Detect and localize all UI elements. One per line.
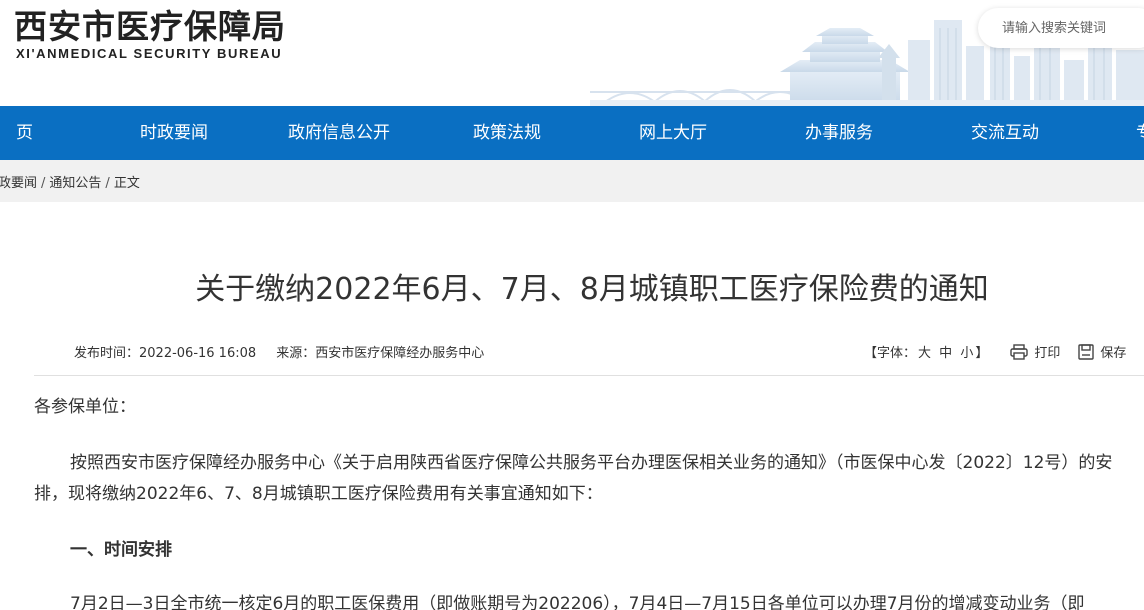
main-nav: 页 时政要闻 政府信息公开 政策法规 网上大厅 办事服务 交流互动 专 (0, 106, 1144, 160)
breadcrumb-separator: / (105, 176, 110, 191)
save-icon (1078, 343, 1095, 360)
article-meta: 发布时间：2022-06-16 16:08 来源：西安市医疗保障经办服务中心 (74, 342, 500, 361)
font-size-label: 【字体： (864, 346, 917, 361)
article-paragraph: 7月2日—3日全市统一核定6月的职工医保费用（即做账期号为202206），7月4… (70, 594, 1085, 610)
article-source: 来源：西安市医疗保障经办服务中心 (276, 346, 485, 361)
breadcrumb-separator: / (41, 176, 46, 191)
breadcrumb-news[interactable]: 政要闻 (0, 176, 37, 191)
font-medium-button[interactable]: 中 (939, 346, 952, 361)
meta-divider (34, 375, 1144, 376)
nav-item-special[interactable]: 专 (1136, 106, 1144, 160)
section-heading: 一、时间安排 (70, 540, 172, 560)
search-box (978, 8, 1144, 48)
font-size-close: 】 (975, 346, 989, 361)
breadcrumb-bar: 政要闻 / 通知公告 / 正文 (0, 160, 1144, 202)
nav-item-gov-info[interactable]: 政府信息公开 (288, 106, 390, 160)
article-title: 关于缴纳2022年6月、7月、8月城镇职工医疗保险费的通知 (195, 272, 989, 307)
font-size-control: 【字体：大 中 小】 (864, 342, 988, 361)
nav-item-services[interactable]: 办事服务 (805, 106, 873, 160)
article-paragraph: 按照西安市医疗保障经办服务中心《关于启用陕西省医疗保障公共服务平台办理医保相关业… (34, 453, 1113, 504)
site-logo-title[interactable]: 西安市医疗保障局 (14, 0, 286, 48)
nav-item-online-hall[interactable]: 网上大厅 (639, 106, 707, 160)
print-button[interactable]: 打印 (1010, 342, 1060, 361)
nav-item-interaction[interactable]: 交流互动 (971, 106, 1039, 160)
site-header: 西安市医疗保障局 XI'ANMEDICAL SECURITY BUREAU (0, 0, 1144, 106)
printer-icon (1010, 343, 1029, 360)
publish-time: 发布时间：2022-06-16 16:08 (74, 346, 257, 361)
save-button[interactable]: 保存 (1078, 342, 1126, 361)
print-label: 打印 (1034, 346, 1061, 361)
nav-item-home[interactable]: 页 (16, 106, 33, 160)
article-tools: 【字体：大 中 小】 打印 保存 (864, 342, 1144, 361)
nav-item-policy[interactable]: 政策法规 (473, 106, 541, 160)
save-label: 保存 (1100, 346, 1127, 361)
article-salutation: 各参保单位： (34, 397, 136, 417)
breadcrumb: 政要闻 / 通知公告 / 正文 (0, 172, 140, 191)
breadcrumb-notices[interactable]: 通知公告 (49, 176, 101, 191)
search-input[interactable] (1002, 8, 1144, 48)
breadcrumb-current: 正文 (113, 176, 140, 191)
site-logo-subtitle: XI'ANMEDICAL SECURITY BUREAU (16, 46, 283, 61)
font-large-button[interactable]: 大 (918, 346, 931, 361)
nav-item-news[interactable]: 时政要闻 (140, 106, 208, 160)
font-small-button[interactable]: 小 (960, 346, 973, 361)
